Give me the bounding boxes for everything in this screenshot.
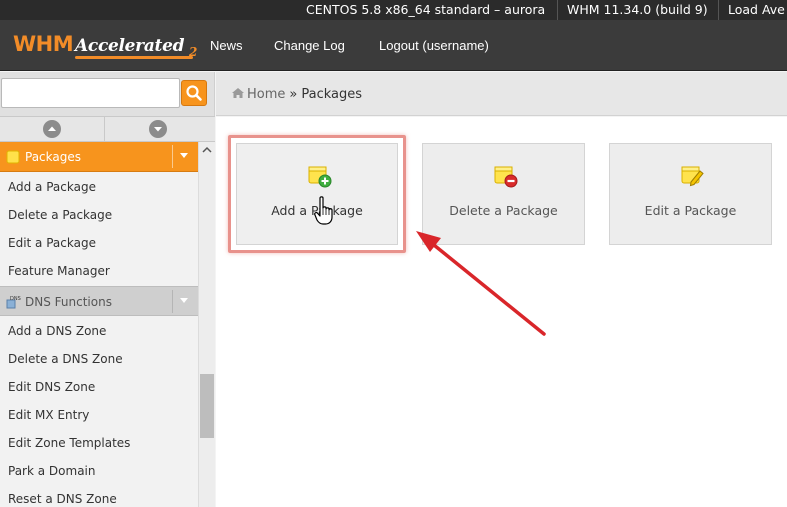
sidebar-group-packages[interactable]: Packages — [0, 142, 198, 172]
search-input[interactable] — [1, 78, 180, 108]
tile-edit-package[interactable]: Edit a Package — [609, 143, 772, 245]
sidebar-scroll-up-button[interactable] — [0, 117, 105, 141]
package-delete-icon — [494, 166, 518, 188]
sidebar-item-add-dns-zone[interactable]: Add a DNS Zone — [8, 324, 106, 338]
sidebar-search — [0, 72, 215, 116]
info-divider — [718, 0, 719, 20]
nav-news-link[interactable]: News — [210, 38, 243, 53]
triangle-down-icon — [180, 298, 188, 303]
collapse-toggle[interactable] — [172, 290, 194, 313]
sidebar-item-add-package[interactable]: Add a Package — [8, 180, 96, 194]
sidebar-item-edit-dns-zone[interactable]: Edit DNS Zone — [8, 380, 95, 394]
server-os-label: CENTOS 5.8 x86_64 standard – aurora — [306, 2, 546, 17]
info-divider — [557, 0, 558, 20]
sidebar-scroll-down-button[interactable] — [106, 117, 211, 141]
main-content: Add a Package Delete a Package Edit a Pa… — [216, 117, 787, 507]
triangle-down-icon — [180, 153, 188, 158]
logo-whm-text: WHM — [13, 32, 74, 56]
home-icon — [232, 88, 244, 98]
server-info-bar: CENTOS 5.8 x86_64 standard – aurora WHM … — [0, 0, 787, 20]
chevron-down-icon — [149, 120, 167, 138]
logo-swoosh — [75, 56, 193, 59]
breadcrumb-home-link[interactable]: Home — [247, 87, 285, 102]
dns-icon: DNS — [6, 296, 21, 309]
chevron-up-icon — [43, 120, 61, 138]
sidebar-scroll-controls — [0, 116, 215, 142]
package-icon — [6, 150, 20, 164]
tile-label: Delete a Package — [449, 203, 558, 218]
scrollbar-thumb[interactable] — [200, 374, 214, 438]
sidebar-item-delete-package[interactable]: Delete a Package — [8, 208, 112, 222]
nav-changelog-link[interactable]: Change Log — [274, 38, 345, 53]
breadcrumb-bar: Home » Packages — [216, 72, 787, 116]
scroll-up-arrow-icon[interactable] — [202, 146, 212, 154]
sidebar-item-delete-dns-zone[interactable]: Delete a DNS Zone — [8, 352, 123, 366]
sidebar-item-edit-package[interactable]: Edit a Package — [8, 236, 96, 250]
sidebar: Packages Add a Package Delete a Package … — [0, 142, 198, 507]
breadcrumb-current: Packages — [301, 87, 363, 102]
sidebar-item-edit-mx-entry[interactable]: Edit MX Entry — [8, 408, 89, 422]
sidebar-item-park-domain[interactable]: Park a Domain — [8, 464, 95, 478]
load-average-label: Load Ave — [728, 2, 785, 17]
tile-add-package[interactable]: Add a Package — [236, 143, 398, 245]
search-button[interactable] — [181, 80, 207, 106]
nav-logout-link[interactable]: Logout (username) — [379, 38, 489, 53]
breadcrumb-separator: » — [289, 87, 298, 102]
svg-text:DNS: DNS — [10, 296, 21, 302]
collapse-toggle[interactable] — [172, 145, 194, 168]
tile-delete-package[interactable]: Delete a Package — [422, 143, 585, 245]
sidebar-scrollbar[interactable] — [198, 142, 215, 507]
sidebar-item-reset-dns-zone[interactable]: Reset a DNS Zone — [8, 492, 117, 506]
tile-label: Edit a Package — [644, 203, 737, 218]
sidebar-group-label: Packages — [25, 150, 81, 164]
whm-version-label: WHM 11.34.0 (build 9) — [567, 2, 708, 17]
sidebar-group-dns[interactable]: DNS DNS Functions — [0, 286, 198, 316]
hand-cursor-icon — [314, 196, 333, 225]
header: WHM Accelerated 2 News Change Log Logout… — [0, 20, 787, 71]
sidebar-item-edit-zone-templates[interactable]: Edit Zone Templates — [8, 436, 130, 450]
breadcrumb: Home » Packages — [231, 87, 362, 102]
sidebar-group-label: DNS Functions — [25, 295, 112, 309]
logo-accelerated-text: Accelerated — [75, 36, 185, 56]
package-add-icon — [308, 166, 332, 188]
sidebar-item-feature-manager[interactable]: Feature Manager — [8, 264, 110, 278]
search-icon — [186, 85, 202, 101]
package-edit-icon — [681, 166, 704, 187]
